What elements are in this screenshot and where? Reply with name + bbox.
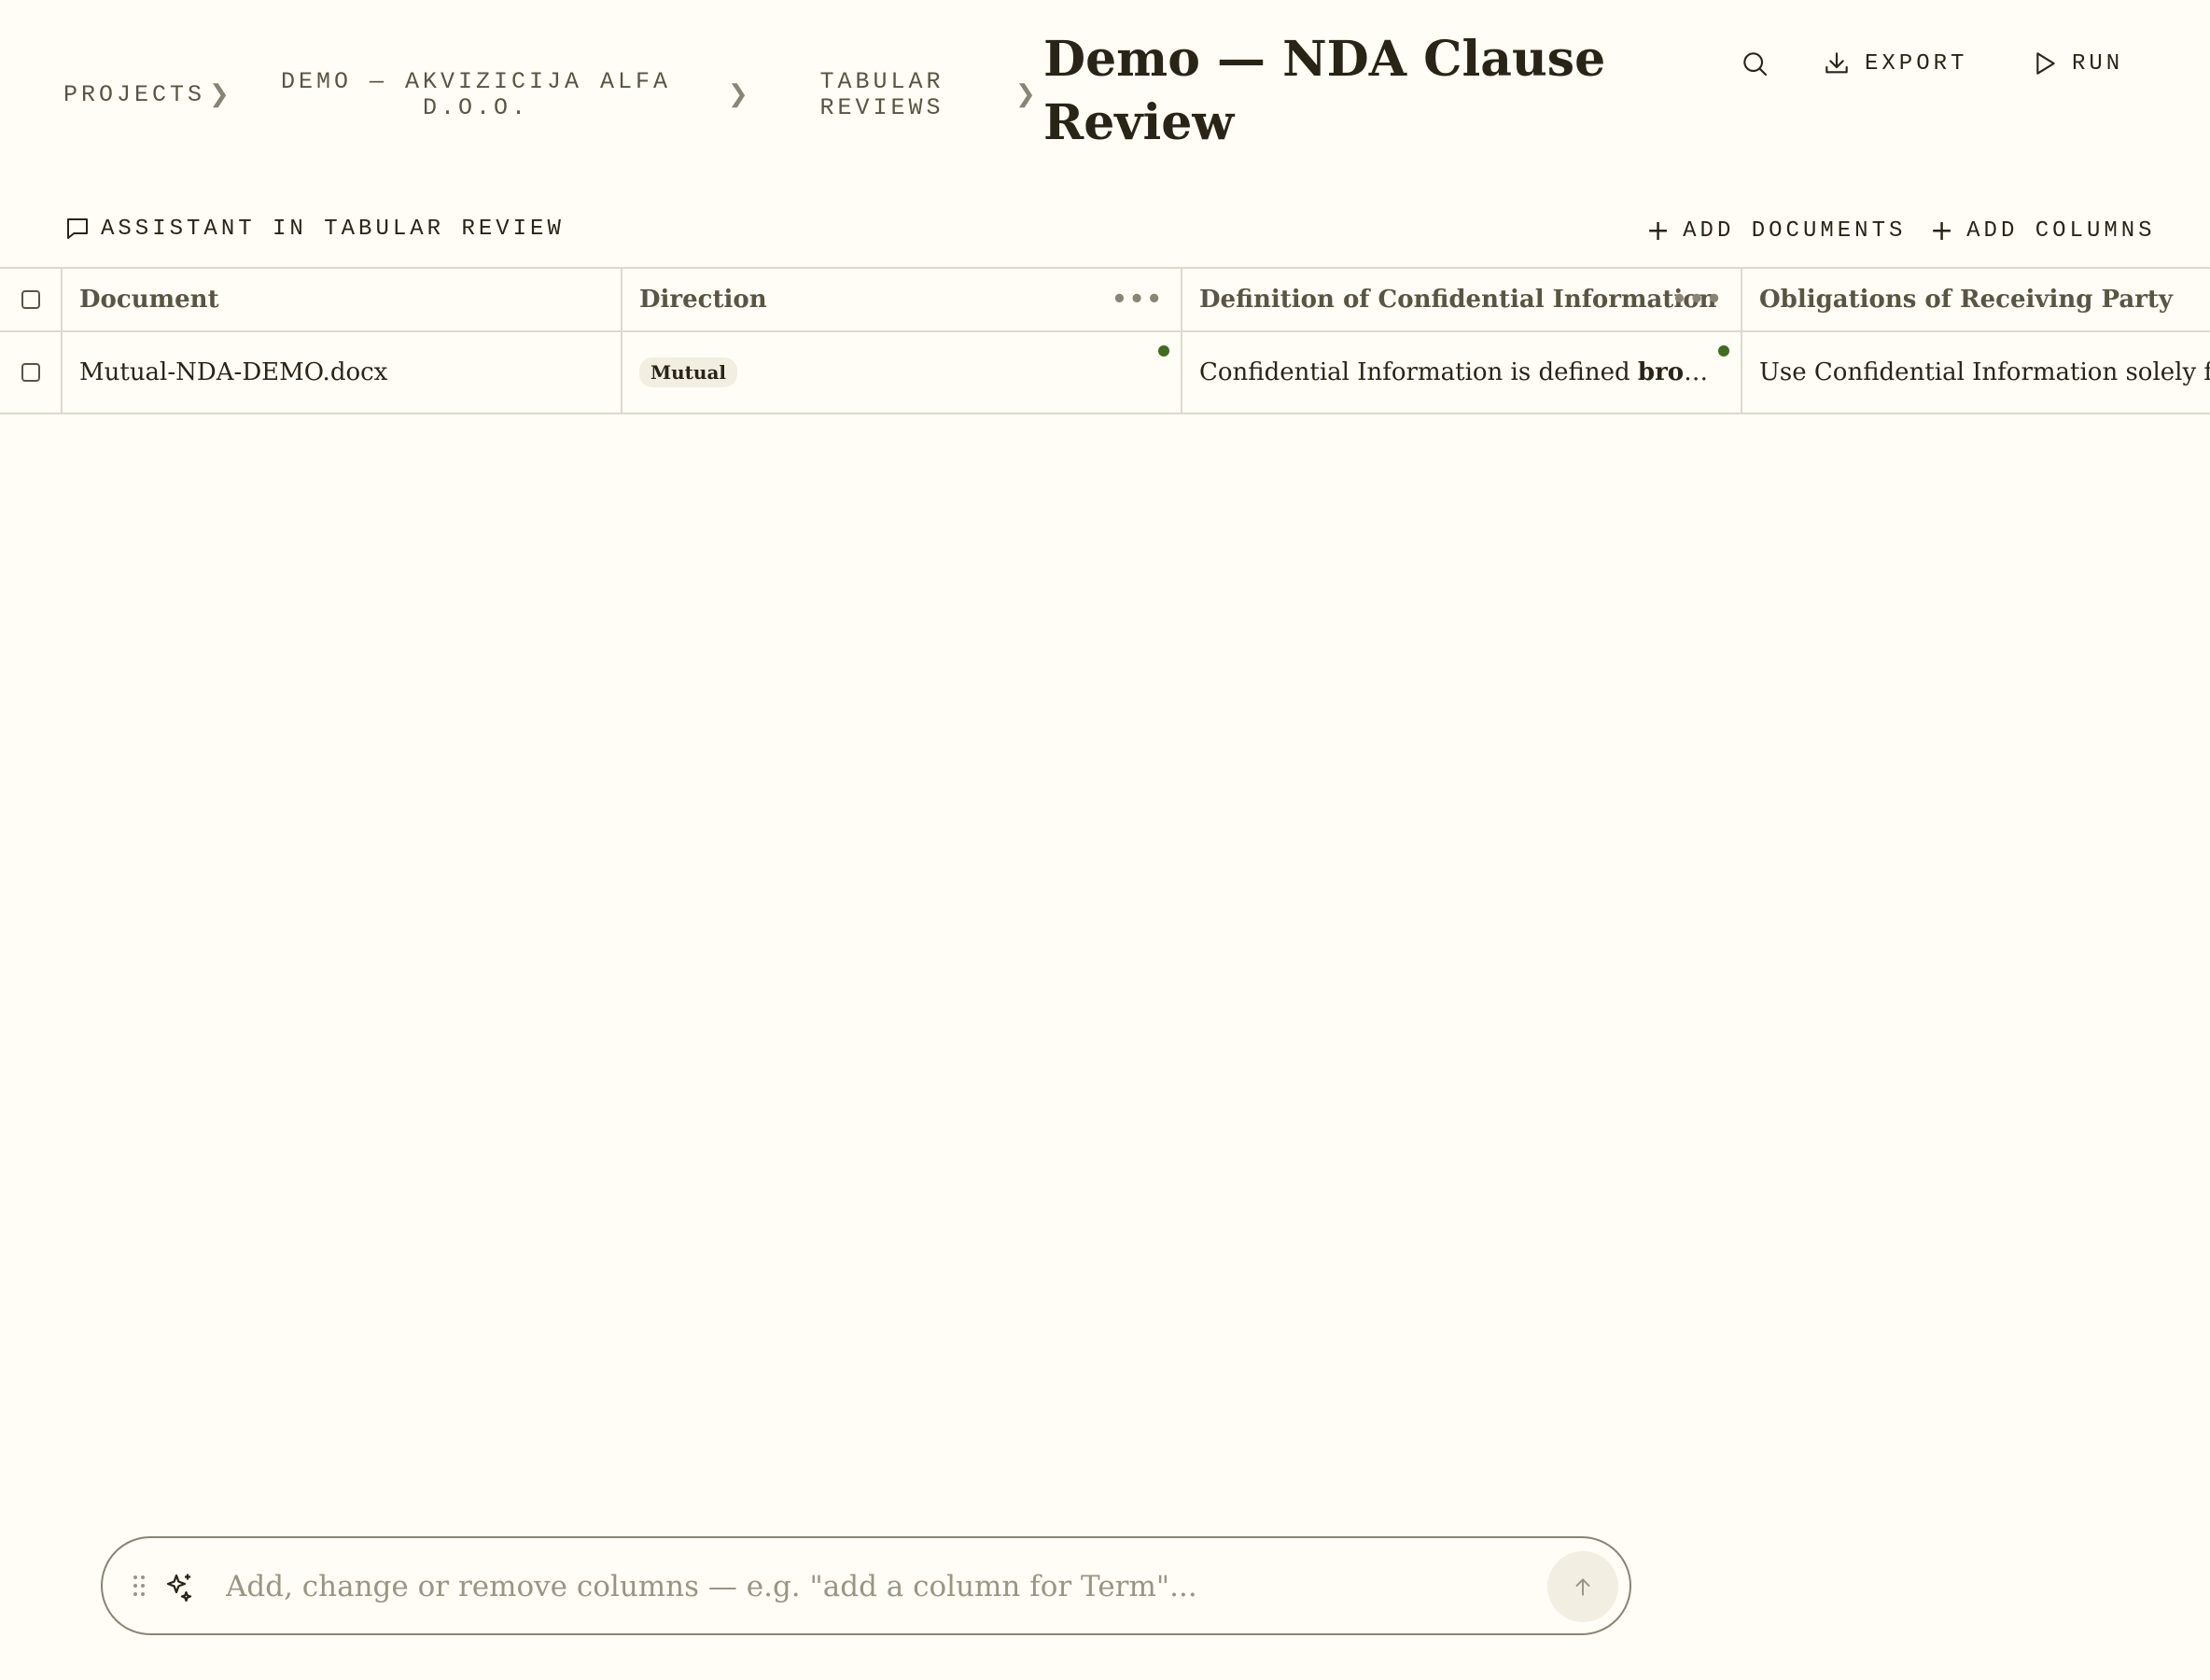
export-label: EXPORT — [1865, 50, 1968, 77]
breadcrumb-item-projects[interactable]: PROJECTS — [63, 82, 203, 108]
status-dot — [1718, 345, 1729, 357]
play-icon — [2036, 52, 2055, 75]
column-assistant-composer — [101, 1536, 1631, 1635]
column-header-label: Definition of Confidential Information — [1199, 286, 1717, 314]
arrow-up-icon — [1575, 1578, 1590, 1596]
breadcrumb-item-project[interactable]: DEMO — AKVIZICIJA ALFA D.O.O. — [280, 69, 672, 121]
column-header-direction[interactable]: Direction ••• — [622, 269, 1182, 330]
run-label: RUN — [2072, 50, 2124, 77]
chevron-right-icon: ❯ — [728, 80, 748, 108]
chevron-right-icon: ❯ — [209, 80, 230, 108]
assistant-label: ASSISTANT IN TABULAR REVIEW — [101, 216, 565, 242]
chat-icon — [67, 218, 88, 239]
page-title: Demo — NDA Clause Review — [1043, 31, 1606, 151]
drag-handle-icon[interactable] — [133, 1574, 146, 1598]
direction-tag: Mutual — [639, 357, 738, 387]
select-all-cell — [0, 269, 63, 330]
table-header-row: Document Direction ••• Definition of Con… — [0, 269, 2210, 332]
cell-document[interactable]: Mutual-NDA-DEMO.docx — [63, 332, 622, 413]
column-header-label: Obligations of Receiving Party — [1759, 286, 2174, 314]
status-dot — [1158, 345, 1169, 357]
add-documents-button[interactable]: + ADD DOCUMENTS — [1646, 215, 1906, 247]
definition-text-bold: broadly — [1637, 358, 1741, 386]
row-select-cell — [0, 332, 63, 413]
select-all-checkbox[interactable] — [21, 290, 40, 309]
cell-definition[interactable]: Confidential Information is defined broa… — [1182, 332, 1742, 413]
add-columns-button[interactable]: + ADD COLUMNS — [1930, 215, 2156, 247]
column-command-input[interactable] — [226, 1561, 1532, 1613]
export-button[interactable]: EXPORT — [1822, 49, 1967, 78]
column-header-label: Direction — [639, 286, 767, 314]
run-button[interactable]: RUN — [2029, 49, 2123, 78]
assistant-button[interactable]: ASSISTANT IN TABULAR REVIEW — [63, 215, 565, 243]
chevron-right-icon: ❯ — [1015, 80, 1036, 108]
review-table: Document Direction ••• Definition of Con… — [0, 267, 2210, 414]
definition-text: Confidential Information is defined broa… — [1199, 358, 1741, 386]
column-header-obligations[interactable]: Obligations of Receiving Party — [1742, 269, 2210, 330]
column-header-definition[interactable]: Definition of Confidential Information •… — [1182, 269, 1742, 330]
search-button[interactable] — [1740, 49, 1769, 78]
row-checkbox[interactable] — [21, 363, 40, 382]
column-header-document[interactable]: Document — [63, 269, 622, 330]
plus-icon: + — [1930, 215, 1958, 247]
obligations-text: Use Confidential Information solely for — [1759, 358, 2210, 386]
document-name: Mutual-NDA-DEMO.docx — [79, 358, 388, 386]
definition-text-prefix: Confidential Information is defined — [1199, 358, 1638, 386]
plus-icon: + — [1646, 215, 1674, 247]
table-row[interactable]: Mutual-NDA-DEMO.docx Mutual Confidential… — [0, 332, 2210, 413]
breadcrumb-item-tabular-reviews[interactable]: TABULAR REVIEWS — [812, 69, 952, 121]
more-options-icon[interactable]: ••• — [1671, 286, 1724, 314]
search-icon — [1743, 52, 1768, 77]
more-options-icon[interactable]: ••• — [1112, 286, 1164, 314]
send-button[interactable] — [1547, 1551, 1618, 1622]
cell-obligations[interactable]: Use Confidential Information solely for — [1742, 332, 2210, 413]
definition-text-suffix: ... — [1740, 358, 1741, 386]
download-icon — [1825, 52, 1848, 74]
sparkle-icon — [166, 1574, 192, 1603]
add-documents-label: ADD DOCUMENTS — [1683, 218, 1907, 244]
column-header-label: Document — [79, 286, 219, 314]
cell-direction[interactable]: Mutual — [622, 332, 1182, 413]
add-columns-label: ADD COLUMNS — [1966, 218, 2156, 244]
page-header: PROJECTS ❯ DEMO — AKVIZICIJA ALFA D.O.O.… — [0, 0, 2210, 177]
